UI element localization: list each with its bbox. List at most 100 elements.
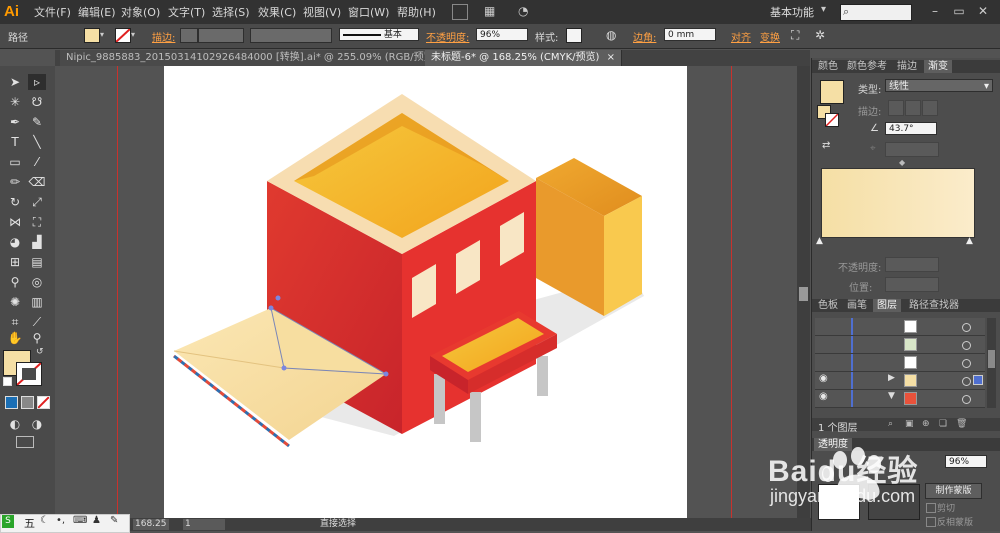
corner-label[interactable]: 边角:: [633, 29, 656, 44]
ime-logo-icon[interactable]: S: [2, 515, 14, 528]
stroke-weight-field[interactable]: [198, 28, 244, 43]
layer-row[interactable]: [815, 318, 985, 336]
artboard-tool-icon[interactable]: ⌗: [6, 314, 24, 330]
symbol-sprayer-tool-icon[interactable]: ✺: [6, 294, 24, 310]
tab-color[interactable]: 颜色: [814, 60, 842, 73]
gradient-angle-field[interactable]: 43.7°: [885, 122, 937, 135]
layer-row[interactable]: [815, 354, 985, 372]
menu-type[interactable]: 文字(T): [168, 4, 205, 20]
layer-row[interactable]: [815, 336, 985, 354]
moon-icon[interactable]: ☾: [40, 515, 49, 526]
tab-brushes[interactable]: 画笔: [843, 299, 871, 312]
gpu-performance-icon[interactable]: ◔: [518, 4, 534, 18]
width-tool-icon[interactable]: ⋈: [6, 214, 24, 230]
menu-edit[interactable]: 编辑(E): [78, 4, 116, 20]
isometric-illustration[interactable]: [164, 66, 687, 518]
free-transform-tool-icon[interactable]: ⛶: [28, 214, 46, 230]
close-icon[interactable]: ×: [607, 52, 615, 63]
settings-wrench-icon[interactable]: ✎: [110, 515, 118, 526]
expand-arrow-icon[interactable]: ▶: [888, 373, 895, 383]
target-icon[interactable]: [962, 341, 971, 350]
gradient-mode-icon[interactable]: [21, 396, 34, 409]
zoom-tool-icon[interactable]: ⚲: [28, 330, 46, 346]
ime-mode-label[interactable]: 五: [24, 515, 35, 531]
tab-nipic-document[interactable]: Nipic_9885883_20150314102926484000 [转换].…: [60, 50, 461, 66]
transform-link[interactable]: 变换: [760, 29, 780, 44]
make-clipping-mask-icon[interactable]: ▣: [905, 419, 914, 429]
tab-gradient[interactable]: 渐变: [924, 60, 952, 73]
anchor-point[interactable]: [275, 295, 281, 301]
rotate-tool-icon[interactable]: ↻: [6, 194, 24, 210]
align-link[interactable]: 对齐: [731, 29, 751, 44]
collapse-arrow-icon[interactable]: ▼: [888, 391, 895, 401]
line-tool-icon[interactable]: ╲: [28, 134, 46, 150]
stroke-along-icon[interactable]: [905, 100, 921, 116]
type-tool-icon[interactable]: T: [6, 134, 24, 150]
color-mode-icon[interactable]: [5, 396, 18, 409]
workspace-switcher[interactable]: 基本功能: [770, 4, 814, 20]
punctuation-icon[interactable]: •,: [56, 515, 65, 526]
blend-tool-icon[interactable]: ◎: [28, 274, 46, 290]
target-icon[interactable]: [962, 359, 971, 368]
lasso-tool-icon[interactable]: ☋: [28, 94, 46, 110]
isolate-object-icon[interactable]: ⛶: [791, 28, 799, 43]
slice-tool-icon[interactable]: ⟋: [28, 314, 46, 330]
stroke-swatch[interactable]: [115, 28, 131, 43]
panel-menu-icon[interactable]: ✲: [815, 28, 825, 42]
eraser-tool-icon[interactable]: ⌫: [28, 174, 46, 190]
minimize-button[interactable]: –: [928, 3, 942, 19]
midpoint-diamond-icon[interactable]: ◆: [899, 158, 905, 167]
tab-color-guide[interactable]: 颜色参考: [843, 60, 891, 73]
brush-definition-dropdown[interactable]: 基本: [339, 28, 419, 41]
mesh-tool-icon[interactable]: ⊞: [6, 254, 24, 270]
fill-swatch[interactable]: [84, 28, 100, 43]
target-icon[interactable]: [962, 377, 971, 386]
close-button[interactable]: ✕: [976, 3, 990, 19]
draw-mode-icon[interactable]: ◐: [6, 416, 24, 432]
magic-wand-tool-icon[interactable]: ✳: [6, 94, 24, 110]
tab-stroke[interactable]: 描边: [893, 60, 921, 73]
default-colors-icon[interactable]: [3, 377, 12, 386]
menu-select[interactable]: 选择(S): [212, 4, 250, 20]
pen-tool-icon[interactable]: ✒: [6, 114, 24, 130]
gradient-type-dropdown[interactable]: 线性 ▾: [885, 79, 993, 92]
anchor-point[interactable]: [281, 365, 287, 371]
bridge-icon[interactable]: [452, 4, 468, 20]
zoom-field[interactable]: 168.25: [133, 519, 169, 530]
scrollbar-thumb[interactable]: [799, 287, 808, 301]
arrange-documents-icon[interactable]: ▦: [484, 4, 502, 18]
stroke-weight-label[interactable]: 描边:: [152, 29, 175, 44]
selection-indicator[interactable]: [973, 375, 983, 385]
curvature-tool-icon[interactable]: ✎: [28, 114, 46, 130]
target-icon[interactable]: [962, 395, 971, 404]
swap-fill-stroke-icon[interactable]: ↺: [36, 347, 44, 357]
gradient-stroke-swatch[interactable]: [825, 113, 839, 127]
direct-selection-tool-icon[interactable]: ▹: [28, 74, 46, 90]
delete-layer-icon[interactable]: 🗑: [956, 419, 967, 429]
keyboard-icon[interactable]: ⌨: [73, 515, 87, 526]
shape-builder-tool-icon[interactable]: ◕: [6, 234, 24, 250]
menu-help[interactable]: 帮助(H): [397, 4, 436, 20]
eyedropper-tool-icon[interactable]: ⚲: [6, 274, 24, 290]
layer-row[interactable]: [815, 372, 985, 390]
perspective-grid-tool-icon[interactable]: ▟: [28, 234, 46, 250]
eye-icon[interactable]: ◉: [819, 391, 828, 402]
menu-file[interactable]: 文件(F): [34, 4, 71, 20]
screen-mode-icon[interactable]: [16, 436, 34, 448]
gradient-stop-right[interactable]: ▲: [966, 236, 973, 246]
selection-tool-icon[interactable]: ➤: [6, 74, 24, 90]
draw-behind-icon[interactable]: ◑: [28, 416, 46, 432]
layer-row[interactable]: [815, 390, 985, 408]
maximize-button[interactable]: ▭: [952, 3, 966, 19]
opacity-label[interactable]: 不透明度:: [426, 29, 469, 44]
artboard-number-field[interactable]: 1: [183, 519, 225, 530]
locate-object-icon[interactable]: ⌕: [888, 419, 893, 429]
stroke-within-icon[interactable]: [888, 100, 904, 116]
gradient-tool-icon[interactable]: ▤: [28, 254, 46, 270]
tab-layers[interactable]: 图层: [873, 299, 901, 312]
hand-tool-icon[interactable]: ✋: [6, 330, 24, 346]
variable-width-profile-dropdown[interactable]: [250, 28, 332, 43]
skin-icon[interactable]: ♟: [92, 515, 101, 526]
menu-window[interactable]: 窗口(W): [348, 4, 389, 20]
stroke-color-box[interactable]: [16, 362, 42, 386]
